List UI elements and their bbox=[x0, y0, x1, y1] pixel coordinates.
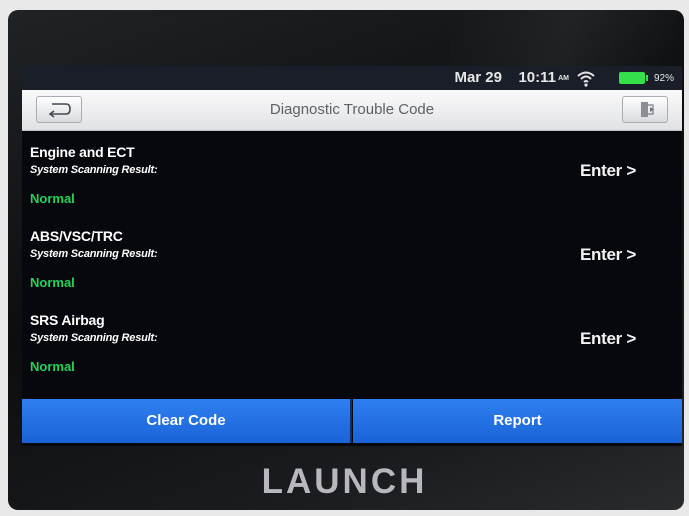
status-date: Mar 29 bbox=[454, 69, 502, 86]
report-button[interactable]: Report bbox=[353, 399, 682, 443]
scan-result-label: System Scanning Result: bbox=[30, 332, 158, 344]
clear-code-button[interactable]: Clear Code bbox=[22, 399, 352, 443]
bottom-action-bar: Clear Code Report bbox=[22, 399, 682, 443]
wifi-icon bbox=[577, 71, 595, 87]
enter-button[interactable]: Enter > bbox=[580, 245, 636, 265]
system-list: Engine and ECT System Scanning Result: N… bbox=[22, 130, 682, 394]
status-time: 10:11 bbox=[518, 69, 556, 86]
screen-glare bbox=[450, 10, 680, 70]
scan-result-label: System Scanning Result: bbox=[30, 164, 158, 176]
system-item-engine[interactable]: Engine and ECT System Scanning Result: N… bbox=[22, 130, 682, 214]
brand-logo: LAUNCH bbox=[261, 462, 428, 501]
scan-status: Normal bbox=[30, 359, 75, 374]
scan-status: Normal bbox=[30, 275, 75, 290]
system-name: Engine and ECT bbox=[30, 144, 135, 160]
battery-percent: 92% bbox=[653, 73, 674, 84]
system-item-srs[interactable]: SRS Airbag System Scanning Result: Norma… bbox=[22, 298, 682, 382]
system-name: SRS Airbag bbox=[30, 312, 105, 328]
device-screen: Mar 29 10:11 AM 92% Diagnostic Trouble C… bbox=[22, 66, 682, 446]
battery-icon bbox=[619, 72, 648, 84]
system-name: ABS/VSC/TRC bbox=[30, 228, 123, 244]
status-ampm: AM bbox=[558, 75, 569, 82]
scan-result-label: System Scanning Result: bbox=[30, 248, 158, 260]
status-bar: Mar 29 10:11 AM 92% bbox=[22, 66, 682, 90]
exit-button[interactable] bbox=[622, 96, 668, 123]
enter-button[interactable]: Enter > bbox=[580, 161, 636, 181]
system-item-abs[interactable]: ABS/VSC/TRC System Scanning Result: Norm… bbox=[22, 214, 682, 298]
exit-icon bbox=[641, 102, 654, 117]
title-bar: Diagnostic Trouble Code bbox=[22, 90, 682, 131]
page-title: Diagnostic Trouble Code bbox=[269, 101, 435, 118]
scan-status: Normal bbox=[30, 191, 75, 206]
enter-button[interactable]: Enter > bbox=[580, 329, 636, 349]
